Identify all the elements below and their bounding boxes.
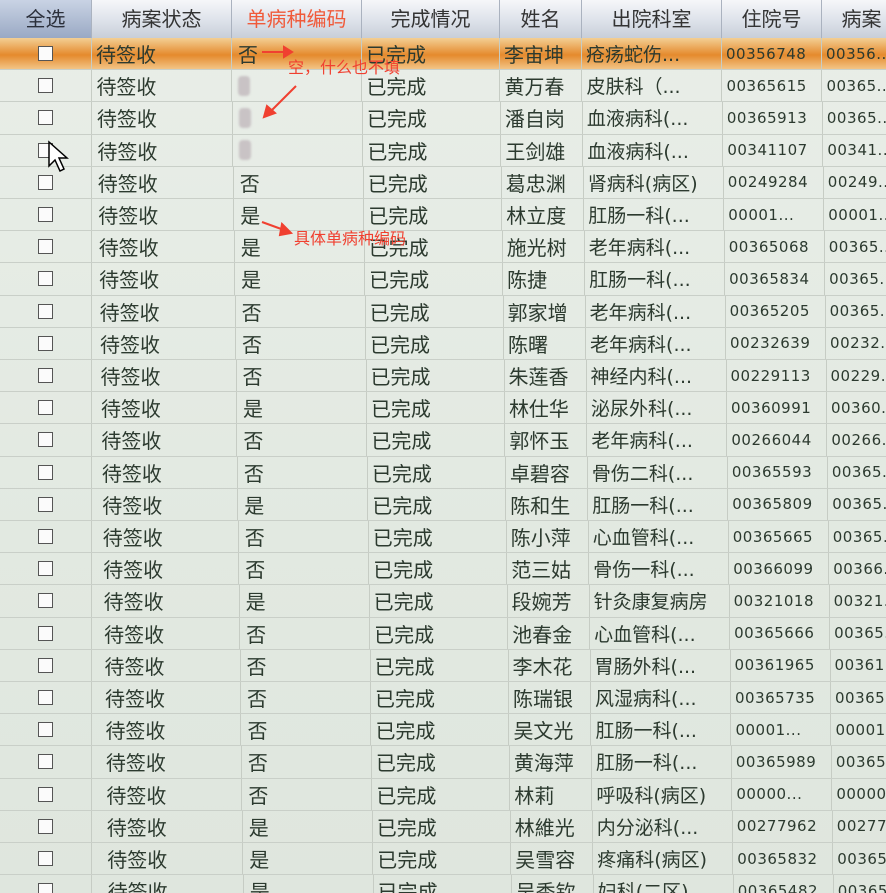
case-record-grid: 全选 病案状态 单病种编码 完成情况 姓名 出院科室 住院号 病案 待签收否已完…: [0, 0, 886, 893]
mouse-cursor-icon: [48, 140, 69, 173]
annotation-arrows: [261, 45, 297, 237]
